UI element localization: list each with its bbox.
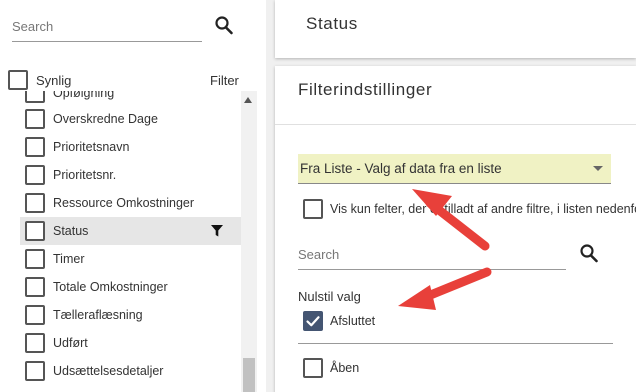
item-label: Totale Omkostninger (53, 280, 168, 294)
status-header-card: Status (275, 0, 636, 58)
search-icon[interactable] (579, 243, 599, 265)
list-scrollbar[interactable] (241, 91, 257, 392)
item-label: Udført (53, 336, 88, 350)
list-item[interactable]: Tælleraflæsning (20, 301, 242, 329)
item-label: Tælleraflæsning (53, 308, 143, 322)
column-list: Opfølgning Overskredne Dage Prioritetsna… (20, 91, 242, 392)
item-label: Udsættelsesdetaljer (53, 364, 164, 378)
funnel-icon[interactable] (210, 224, 224, 238)
option-checkbox-checked[interactable] (303, 311, 323, 331)
item-checkbox[interactable] (25, 333, 45, 353)
column-sidebar: Synlig Filter Opfølgning Overskredne Dag… (0, 0, 266, 392)
list-item[interactable]: Totale Omkostninger (20, 273, 242, 301)
item-label: Prioritetsnavn (53, 140, 130, 154)
item-label: Prioritetsnr. (53, 168, 117, 182)
option-label: Afsluttet (330, 314, 376, 328)
item-label: Opfølgning (53, 91, 115, 100)
item-checkbox[interactable] (25, 221, 45, 241)
scroll-up-arrow-icon[interactable] (244, 97, 252, 103)
filter-settings-card: Filterindstillinger Fra Liste - Valg af … (275, 66, 636, 392)
item-checkbox[interactable] (25, 137, 45, 157)
scrollbar-thumb[interactable] (243, 358, 255, 392)
values-search (298, 242, 566, 270)
search-icon[interactable] (214, 15, 234, 37)
list-item[interactable]: Udført (20, 329, 242, 357)
page-title: Status (306, 14, 358, 33)
item-checkbox[interactable] (25, 193, 45, 213)
values-search-input[interactable] (298, 242, 566, 266)
filter-header-label: Filter (210, 73, 239, 88)
sidebar-search (12, 14, 202, 42)
visible-only-label: Vis kun felter, der er tilladt af andre … (330, 202, 636, 216)
list-item[interactable]: Udsættelsesdetaljer (20, 357, 242, 385)
item-label: Status (53, 224, 89, 238)
item-checkbox[interactable] (25, 165, 45, 185)
list-item[interactable]: Prioritetsnavn (20, 133, 242, 161)
item-checkbox[interactable] (25, 91, 45, 103)
list-item[interactable]: Prioritetsnr. (20, 161, 242, 189)
list-item[interactable]: Overskredne Dage (20, 105, 242, 133)
select-all-checkbox[interactable] (8, 70, 28, 90)
visible-only-checkbox[interactable] (303, 199, 323, 219)
item-checkbox[interactable] (25, 277, 45, 297)
item-label: Timer (53, 252, 85, 266)
item-checkbox[interactable] (25, 305, 45, 325)
item-checkbox[interactable] (25, 361, 45, 381)
list-item-selected[interactable]: Status (20, 217, 242, 245)
item-label: Overskredne Dage (53, 112, 158, 126)
option-label: Åben (330, 361, 360, 375)
visible-header-label: Synlig (36, 73, 72, 88)
item-label: Ressource Omkostninger (53, 196, 195, 210)
list-item[interactable]: Ressource Omkostninger (20, 189, 242, 217)
filter-type-value: Fra Liste - Valg af data fra en liste (300, 161, 502, 176)
item-checkbox[interactable] (25, 109, 45, 129)
divider (275, 124, 636, 125)
reset-selection-link[interactable]: Nulstil valg (298, 289, 361, 304)
option-checkbox[interactable] (303, 358, 323, 378)
list-item[interactable]: Timer (20, 245, 242, 273)
check-icon (306, 316, 320, 327)
filter-settings-title: Filterindstillinger (298, 80, 433, 99)
filter-type-select[interactable]: Fra Liste - Valg af data fra en liste (298, 154, 611, 184)
chevron-down-icon (593, 166, 603, 171)
divider (298, 343, 613, 344)
sidebar-search-input[interactable] (12, 14, 202, 38)
item-checkbox[interactable] (25, 249, 45, 269)
